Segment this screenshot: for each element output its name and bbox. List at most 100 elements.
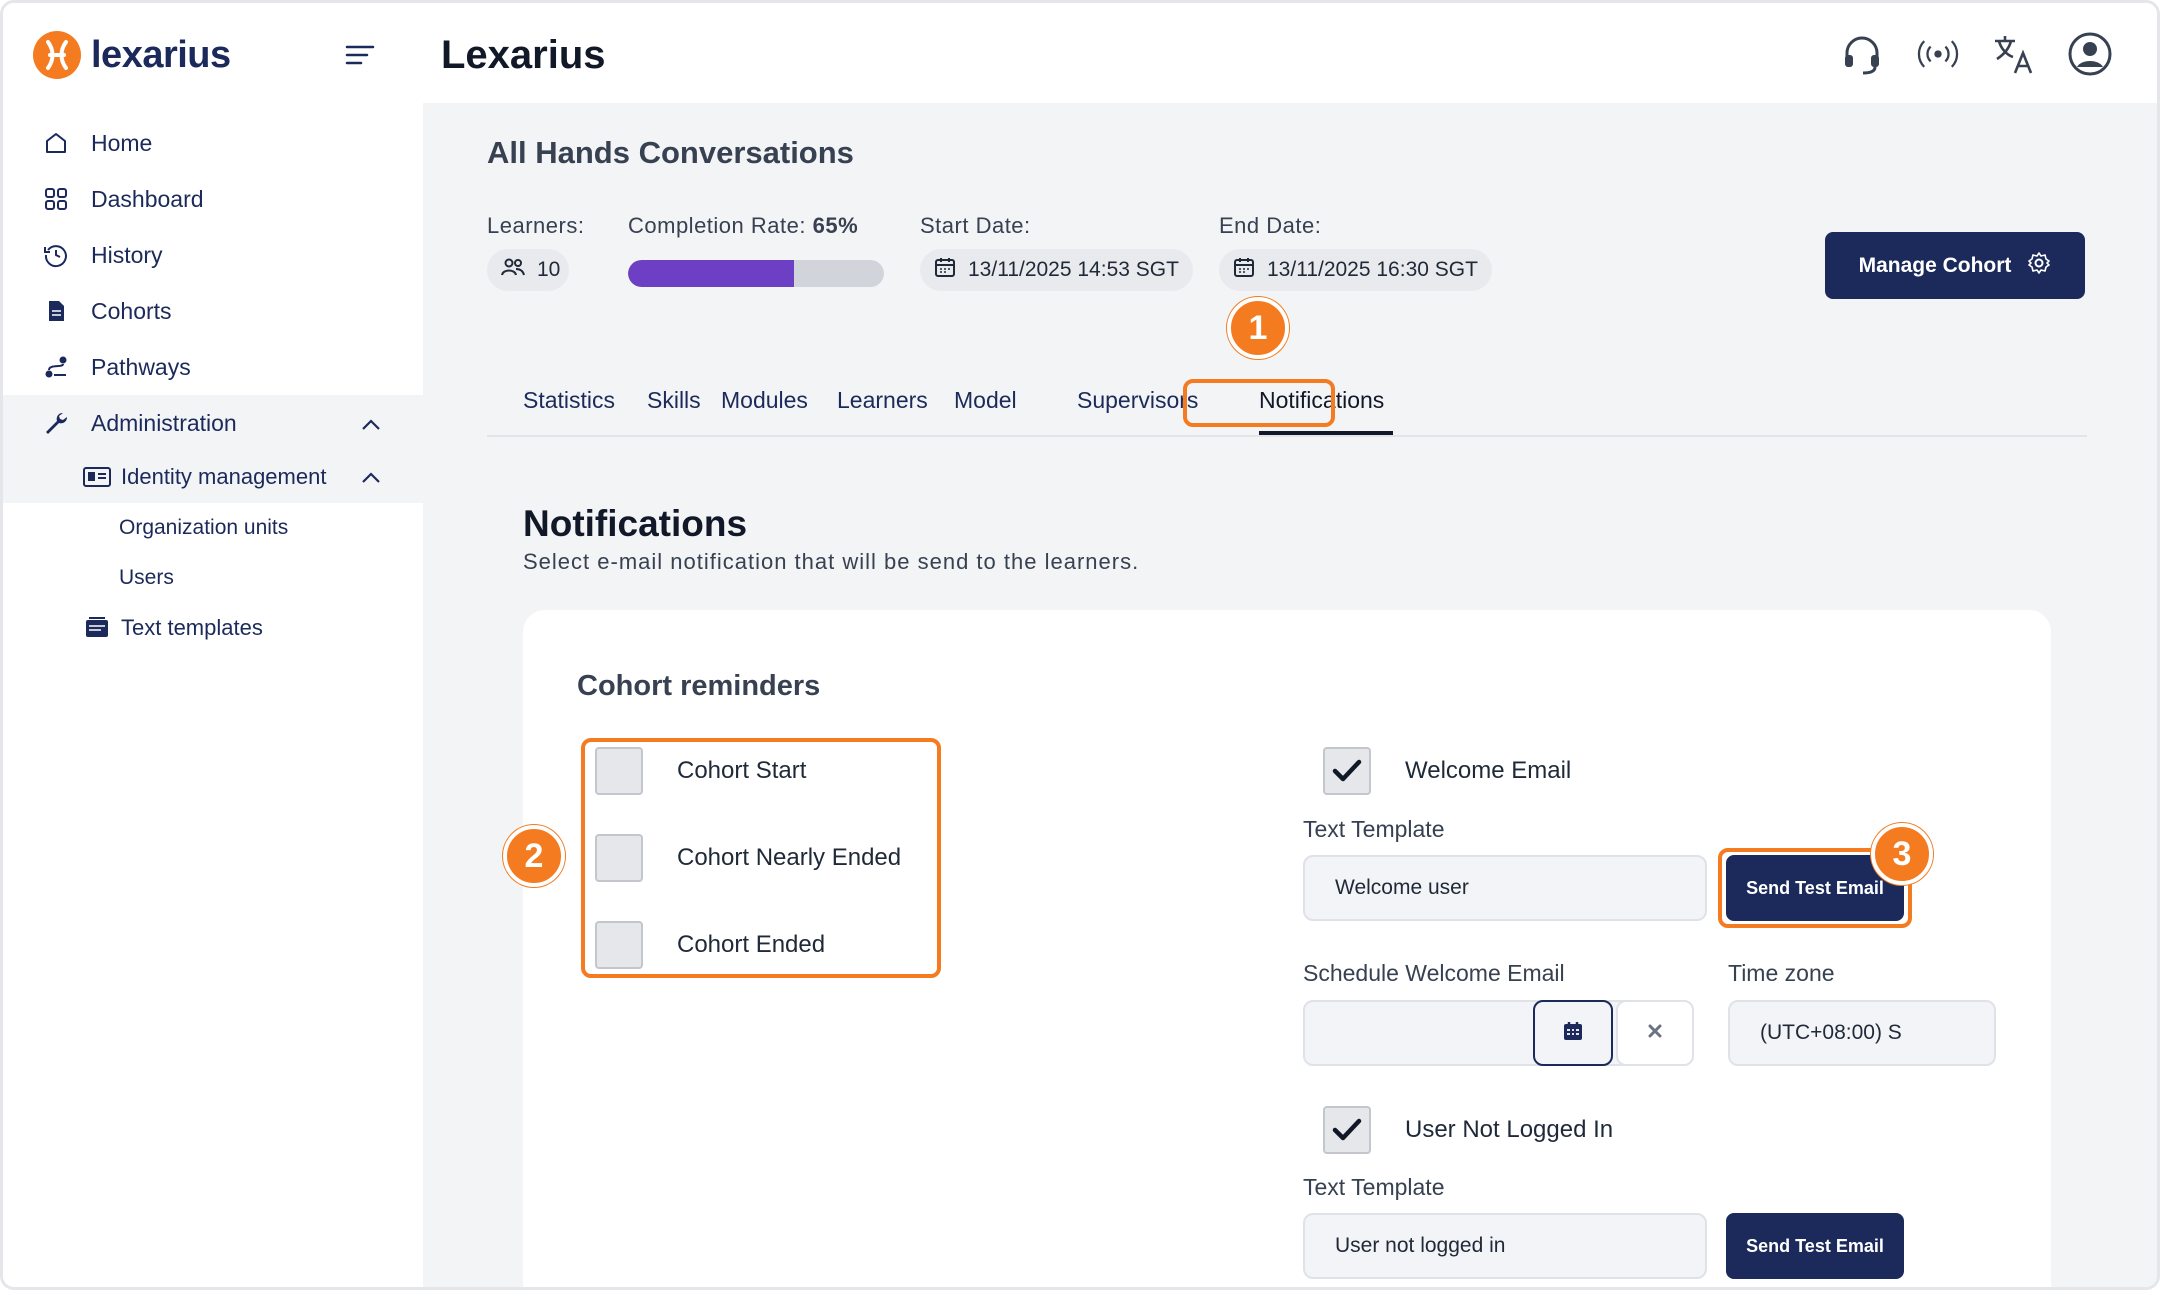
cohort-title: All Hands Conversations (487, 135, 854, 170)
gear-icon (2027, 251, 2051, 281)
reminder-cohort-nearly-ended[interactable]: Cohort Nearly Ended (595, 834, 901, 882)
calendar-icon (1233, 256, 1255, 284)
sidebar-item-label: Text templates (121, 615, 263, 640)
sidebar-item-label: Cohorts (91, 297, 172, 324)
sidebar-nav: Home Dashboard History Cohorts Pathways … (3, 115, 423, 653)
sidebar-item-text-templates[interactable]: Text templates (3, 603, 423, 653)
main-content: All Hands Conversations Learners: 10 Com… (423, 103, 2157, 1287)
sidebar-item-label: Home (91, 129, 153, 156)
user-not-logged-in-toggle[interactable]: User Not Logged In (1323, 1106, 1613, 1154)
calendar-icon (934, 256, 956, 284)
sidebar-item-administration[interactable]: Administration (3, 395, 423, 451)
sidebar-item-label: Administration (91, 409, 237, 436)
home-icon (41, 128, 71, 158)
completion-rate-value: 65% (812, 213, 859, 238)
tab-model[interactable]: Model (954, 387, 1017, 414)
top-bar: Lexarius (423, 3, 2157, 103)
welcome-template-label: Text Template (1303, 816, 1445, 842)
checkbox[interactable] (595, 747, 643, 795)
callout-badge-3: 3 (1871, 823, 1933, 885)
chevron-up-icon[interactable] (361, 410, 381, 437)
checkbox-checked[interactable] (1323, 747, 1371, 795)
learners-count: 10 (537, 258, 561, 281)
sidebar-item-pathways[interactable]: Pathways (3, 339, 423, 395)
tab-statistics[interactable]: Statistics (523, 387, 615, 414)
sidebar-item-users[interactable]: Users (3, 553, 423, 603)
completion-rate-label: Completion Rate: 65% (628, 213, 858, 239)
start-date-value: 13/11/2025 14:53 SGT (968, 258, 1179, 281)
sidebar: lexarius Home Dashboard History Cohorts (3, 3, 423, 1287)
callout-badge-1: 1 (1227, 297, 1289, 359)
calendar-picker-button[interactable] (1533, 1000, 1613, 1066)
schedule-welcome-label: Schedule Welcome Email (1303, 960, 1565, 986)
history-icon (41, 240, 71, 270)
end-date-label: End Date: (1219, 213, 1322, 238)
pathway-icon (41, 352, 71, 382)
card-title: Cohort reminders (577, 670, 821, 702)
sidebar-item-identity-management[interactable]: Identity management (3, 451, 423, 503)
checkbox[interactable] (595, 921, 643, 969)
start-date-label: Start Date: (920, 213, 1031, 238)
active-tab-indicator (1259, 431, 1393, 435)
completion-rate-text: Completion Rate: (628, 213, 806, 238)
logo-mark-icon (33, 31, 81, 79)
sidebar-item-label: Pathways (91, 353, 191, 380)
reminder-label: Cohort Nearly Ended (677, 844, 902, 871)
sidebar-item-cohorts[interactable]: Cohorts (3, 283, 423, 339)
completion-progress-bar (628, 260, 884, 287)
top-icons (1839, 31, 2113, 77)
tab-supervisors[interactable]: Supervisors (1077, 387, 1198, 414)
callout-badge-2: 2 (503, 825, 565, 887)
time-zone-label: Time zone (1728, 960, 1835, 986)
broadcast-icon[interactable] (1915, 31, 1961, 77)
callout-highlight-tab (1183, 379, 1335, 427)
app-window: lexarius Home Dashboard History Cohorts (0, 0, 2160, 1290)
sidebar-item-history[interactable]: History (3, 227, 423, 283)
notifications-subtitle: Select e-mail notification that will be … (523, 549, 1140, 574)
headset-icon[interactable] (1839, 31, 1885, 77)
chevron-up-icon[interactable] (361, 464, 381, 490)
welcome-email-label: Welcome Email (1405, 757, 1572, 784)
translate-icon[interactable] (1991, 31, 2037, 77)
sidebar-item-dashboard[interactable]: Dashboard (3, 171, 423, 227)
reminder-cohort-ended[interactable]: Cohort Ended (595, 921, 825, 969)
users-group-icon (501, 257, 525, 283)
send-test-email-button-2[interactable]: Send Test Email (1726, 1213, 1904, 1279)
welcome-email-toggle[interactable]: Welcome Email (1323, 747, 1571, 795)
not-logged-in-template-field[interactable]: User not logged in (1303, 1213, 1707, 1279)
tab-skills[interactable]: Skills (647, 387, 701, 414)
notifications-title: Notifications (523, 503, 748, 544)
wrench-icon (41, 408, 71, 438)
sidebar-item-home[interactable]: Home (3, 115, 423, 171)
clear-date-button[interactable] (1616, 1000, 1694, 1066)
end-date-pill: 13/11/2025 16:30 SGT (1219, 249, 1492, 291)
mail-template-icon (83, 614, 111, 642)
start-date-pill: 13/11/2025 14:53 SGT (920, 249, 1193, 291)
welcome-template-field[interactable]: Welcome user (1303, 855, 1707, 921)
manage-cohort-button[interactable]: Manage Cohort (1825, 232, 2085, 299)
time-zone-select[interactable]: (UTC+08:00) S (1728, 1000, 1996, 1066)
tab-modules[interactable]: Modules (721, 387, 808, 414)
sidebar-item-label: History (91, 241, 163, 268)
close-icon (1647, 1023, 1663, 1044)
checkbox[interactable] (595, 834, 643, 882)
user-account-icon[interactable] (2067, 31, 2113, 77)
logo-text: lexarius (91, 33, 231, 76)
sidebar-item-organization-units[interactable]: Organization units (3, 503, 423, 553)
id-card-icon (83, 463, 111, 491)
user-not-logged-in-label: User Not Logged In (1405, 1116, 1614, 1143)
app-title: Lexarius (441, 33, 606, 77)
logo[interactable]: lexarius (33, 31, 231, 79)
checkbox-checked[interactable] (1323, 1106, 1371, 1154)
sidebar-item-label: Identity management (121, 464, 327, 489)
tab-learners[interactable]: Learners (837, 387, 928, 414)
learners-label: Learners: (487, 213, 585, 238)
end-date-value: 13/11/2025 16:30 SGT (1267, 258, 1478, 281)
document-icon (41, 296, 71, 326)
reminder-cohort-start[interactable]: Cohort Start (595, 747, 806, 795)
progress-fill (628, 260, 795, 287)
cohort-reminders-card: Cohort reminders Cohort Start Cohort Nea… (523, 610, 2051, 1287)
grid-icon (41, 184, 71, 214)
sidebar-item-label: Dashboard (91, 185, 204, 212)
menu-toggle-icon[interactable] (345, 43, 375, 67)
